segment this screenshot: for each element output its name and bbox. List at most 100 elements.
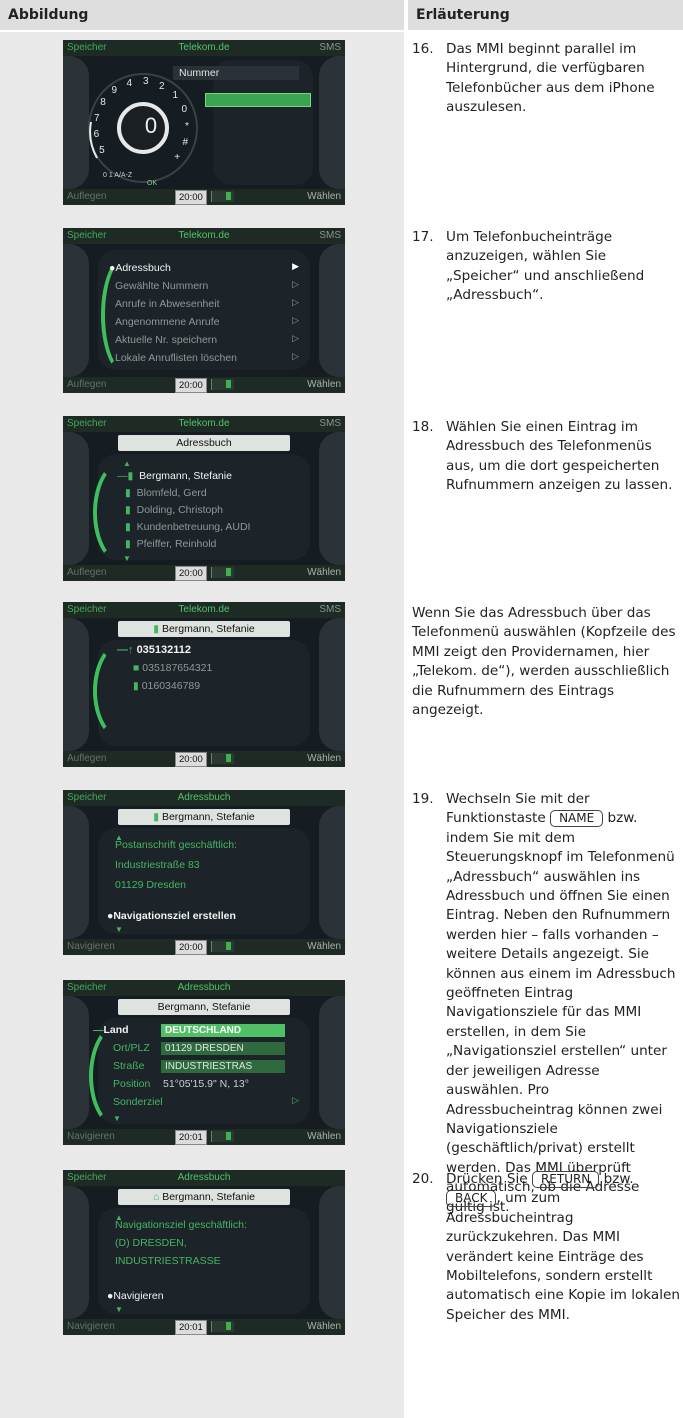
phone-number[interactable]: ▮ 0160346789 xyxy=(133,679,200,694)
field-value-land[interactable]: DEUTSCHLAND xyxy=(161,1024,285,1037)
field-value-strasse[interactable]: INDUSTRIESTRAS xyxy=(161,1060,285,1073)
scroll-down-icon: ▼ xyxy=(115,925,123,934)
step-text-part: bzw. indem Sie mit dem Steuerungsknopf i… xyxy=(446,810,676,1215)
menu-item[interactable]: Aktuelle Nr. speichern xyxy=(115,333,217,348)
list-item-selected[interactable]: —▮ Bergmann, Stefanie xyxy=(117,469,232,484)
menu-item[interactable]: Angenommene Anrufe xyxy=(115,315,220,330)
screen-footer: Auflegen 20:00 Wählen xyxy=(63,189,345,205)
name-key: NAME xyxy=(550,810,604,828)
destination-heading: Navigationsziel geschäftlich: xyxy=(115,1219,247,1231)
speller-digit[interactable]: 4 xyxy=(126,78,132,89)
step-text: Um Telefonbucheinträge anzuzeigen, wähle… xyxy=(446,229,645,304)
softkey-waehlen[interactable]: Wählen xyxy=(307,751,341,767)
phone-number-selected[interactable]: —↑ 035132112 xyxy=(117,643,191,658)
softkey-auflegen[interactable]: Auflegen xyxy=(67,751,106,767)
softkey-auflegen[interactable]: Auflegen xyxy=(67,189,106,205)
softkey-waehlen[interactable]: Wählen xyxy=(307,565,341,581)
step-text: Wählen Sie einen Eintrag im Adressbuch d… xyxy=(446,419,673,494)
screen-footer: Navigieren 20:00 Wählen xyxy=(63,939,345,955)
screen-title: Adressbuch xyxy=(177,982,231,993)
menu-item[interactable]: Lokale Anruflisten löschen xyxy=(115,351,237,366)
destination-city: (D) DRESDEN, xyxy=(115,1237,187,1249)
number-input-field[interactable] xyxy=(205,93,311,107)
clock: 20:01 xyxy=(175,1130,207,1145)
speller-digit[interactable]: 9 xyxy=(112,85,118,96)
column-header-figure: Abbildung xyxy=(0,0,404,30)
softkey-waehlen[interactable]: Wählen xyxy=(307,1129,341,1145)
softkey-waehlen[interactable]: Wählen xyxy=(307,377,341,393)
return-key: RETURN xyxy=(531,1171,600,1188)
softkey-auflegen[interactable]: Auflegen xyxy=(67,565,106,581)
speller-digit[interactable]: 1 xyxy=(172,90,178,101)
menu-item[interactable]: Gewählte Nummern xyxy=(115,279,208,294)
softkey-navigieren[interactable]: Navigieren xyxy=(67,1129,115,1145)
list-item[interactable]: ▮ Kundenbetreuung, AUDI xyxy=(125,520,250,535)
signal-battery-icon xyxy=(211,379,234,390)
submenu-arrow-icon: ▷ xyxy=(292,315,299,325)
field-label-ort: Ort/PLZ xyxy=(113,1042,150,1054)
screen-title: Adressbuch xyxy=(177,1172,231,1183)
speller-digit[interactable]: + xyxy=(174,152,180,163)
right-control-arc xyxy=(319,618,345,751)
softkey-waehlen[interactable]: Wählen xyxy=(307,939,341,955)
softkey-sms[interactable]: SMS xyxy=(319,40,341,56)
screen-title: Telekom.de xyxy=(178,604,230,615)
create-nav-destination-item[interactable]: ●Navigationsziel erstellen xyxy=(107,909,236,924)
step-number: 20. xyxy=(412,1171,434,1187)
speller-digit[interactable]: 8 xyxy=(100,97,106,108)
panel-title: ▮ Bergmann, Stefanie xyxy=(118,621,290,637)
panel-title: Bergmann, Stefanie xyxy=(118,999,290,1015)
softkey-waehlen[interactable]: Wählen xyxy=(307,189,341,205)
softkey-sms[interactable]: SMS xyxy=(319,602,341,618)
speller-digit[interactable]: * xyxy=(185,121,189,132)
list-item[interactable]: ▮ Dolding, Christoph xyxy=(125,503,223,518)
signal-battery-icon xyxy=(211,753,234,764)
screen-header: Speicher Telekom.de SMS xyxy=(63,228,345,244)
speller-ok[interactable]: OK xyxy=(147,180,157,187)
left-control-arc xyxy=(63,996,89,1129)
menu-item-sonderziel[interactable]: Sonderziel xyxy=(113,1095,163,1110)
speller-digit[interactable]: 7 xyxy=(94,113,100,124)
list-item[interactable]: ▮ Blomfeld, Gerd xyxy=(125,486,207,501)
menu-item-adressbuch[interactable]: ●Adressbuch xyxy=(109,261,171,276)
speller-digit[interactable]: 3 xyxy=(143,76,149,87)
step-number: 18. xyxy=(412,419,434,435)
signal-battery-icon xyxy=(211,191,234,202)
note-adressbuch: Wenn Sie das Adressbuch über das Telefon… xyxy=(412,604,680,720)
left-control-arc xyxy=(63,432,89,565)
field-value-ort[interactable]: 01129 DRESDEN xyxy=(161,1042,285,1055)
field-value-position: 51°05'15.9" N, 13° xyxy=(163,1078,249,1090)
submenu-arrow-icon: ▷ xyxy=(292,333,299,343)
column-header-explanation: Erläuterung xyxy=(408,0,683,30)
left-control-arc xyxy=(63,806,89,939)
step-text: Drücken Sie RETURN bzw. BACK, um zum Adr… xyxy=(412,1170,680,1325)
right-control-arc xyxy=(319,432,345,565)
softkey-sms[interactable]: SMS xyxy=(319,228,341,244)
speller-mode[interactable]: 0 1 A/A-Z xyxy=(103,172,132,179)
softkey-auflegen[interactable]: Auflegen xyxy=(67,377,106,393)
speller-digit[interactable]: 0 xyxy=(181,104,187,115)
softkey-navigieren[interactable]: Navigieren xyxy=(67,939,115,955)
softkey-navigieren[interactable]: Navigieren xyxy=(67,1319,115,1335)
mmi-screen-number-entry: Speicher Telekom.de SMS Nummer 567894321… xyxy=(63,40,345,205)
step-text-part: , um zum Adressbucheintrag zurückzukehre… xyxy=(446,1190,681,1323)
speller-selected-digit: 0 xyxy=(144,113,158,138)
softkey-sms[interactable]: SMS xyxy=(319,416,341,432)
screen-title: Telekom.de xyxy=(178,230,230,241)
submenu-arrow-icon: ▷ xyxy=(292,279,299,289)
screen-header: Speicher Adressbuch xyxy=(63,790,345,806)
list-item[interactable]: ▮ Pfeiffer, Reinhold xyxy=(125,537,216,552)
speller-digit[interactable]: 2 xyxy=(159,81,165,92)
mmi-screen-nav-destination: Speicher Adressbuch Bergmann, Stefanie —… xyxy=(63,980,345,1145)
menu-item[interactable]: Anrufe in Abwesenheit xyxy=(115,297,220,312)
softkey-waehlen[interactable]: Wählen xyxy=(307,1319,341,1335)
clock: 20:00 xyxy=(175,190,207,205)
speller-digit[interactable]: 5 xyxy=(99,145,105,156)
mmi-screen-adressbuch-list: Speicher Telekom.de SMS Adressbuch ▲ —▮ … xyxy=(63,416,345,581)
signal-battery-icon xyxy=(211,1131,234,1142)
right-control-arc xyxy=(319,996,345,1129)
speller-digit[interactable]: 6 xyxy=(94,129,100,140)
speller-digit[interactable]: # xyxy=(182,137,188,148)
phone-number[interactable]: ■ 035187654321 xyxy=(133,661,212,676)
back-key: BACK xyxy=(446,1190,497,1208)
